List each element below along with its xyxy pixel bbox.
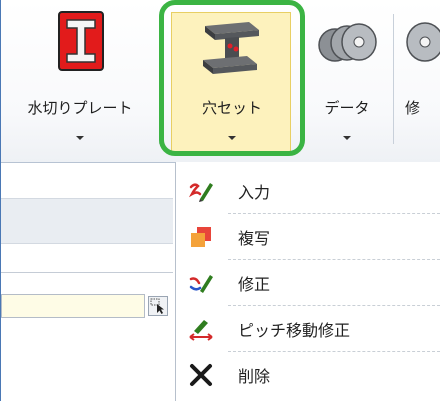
menu-item-modify[interactable]: 修正 <box>176 260 440 306</box>
dropdown-arrow-icon <box>343 136 351 140</box>
menu-item-input[interactable]: 入力 <box>176 168 440 214</box>
data-label: データ <box>324 99 370 117</box>
ribbon-toolbar: 水切りプレート 穴セット データ 修 <box>1 0 440 163</box>
disc-stack-icon <box>318 23 377 62</box>
panel-input-field[interactable] <box>1 294 145 318</box>
copy-icon <box>191 227 211 247</box>
hole-set-button[interactable]: 穴セット <box>159 0 305 160</box>
modify-label: 修 <box>405 99 421 117</box>
pen-input-icon <box>188 183 213 202</box>
panel-divider <box>1 272 173 273</box>
menu-item-copy[interactable]: 複写 <box>176 214 440 260</box>
menu-item-label: 削除 <box>238 367 271 386</box>
menu-item-label: 入力 <box>238 183 271 202</box>
modify-button[interactable]: 修 <box>397 0 440 160</box>
water-cut-plate-button[interactable]: 水切りプレート <box>1 0 159 160</box>
menu-item-label: 修正 <box>238 275 271 294</box>
pitch-move-icon <box>189 320 213 341</box>
panel-row <box>1 198 173 244</box>
pen-modify-icon <box>189 275 213 293</box>
ribbon-separator <box>393 14 394 144</box>
highlight-frame <box>159 0 305 156</box>
data-button[interactable]: データ <box>307 0 387 160</box>
hole-set-dropdown-menu: 入力 複写 修正 ピッチ移動修正 削除 <box>175 162 440 401</box>
delete-x-icon <box>190 364 212 386</box>
menu-item-pitch-move[interactable]: ピッチ移動修正 <box>176 306 440 352</box>
menu-item-label: 複写 <box>238 229 271 248</box>
red-h-beam-icon <box>58 11 104 71</box>
menu-item-delete[interactable]: 削除 <box>176 352 440 398</box>
water-cut-plate-label: 水切りプレート <box>27 99 133 117</box>
cursor-pick-icon <box>150 298 164 314</box>
pick-cursor-button[interactable] <box>148 296 168 316</box>
dropdown-arrow-icon <box>76 136 84 140</box>
menu-item-label: ピッチ移動修正 <box>238 321 351 340</box>
disc-icon <box>406 22 440 62</box>
